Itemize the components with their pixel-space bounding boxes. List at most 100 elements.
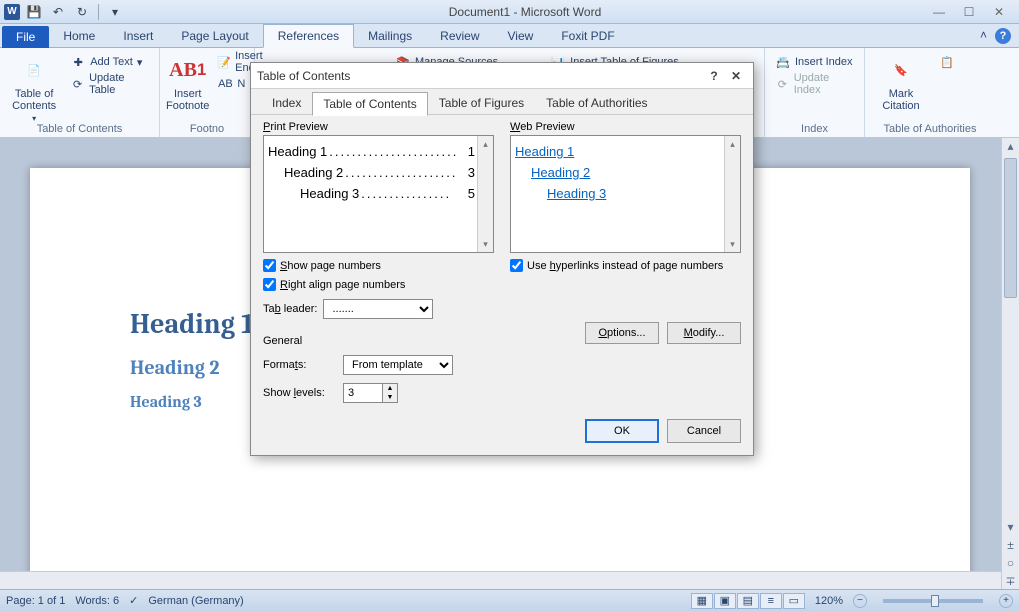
tab-file[interactable]: File — [2, 26, 49, 48]
dialog-help-icon[interactable]: ? — [703, 67, 725, 85]
spin-up-icon[interactable]: ▲ — [383, 384, 397, 393]
table-of-contents-button[interactable]: 📄 Table of Contents ▾ — [6, 50, 62, 123]
word-app-icon: W — [4, 4, 20, 20]
status-words[interactable]: Words: 6 — [75, 595, 119, 607]
options-button[interactable]: Options... — [585, 322, 659, 344]
footnote-icon: AB1 — [172, 54, 204, 86]
ribbon-tabs: File Home Insert Page Layout References … — [0, 24, 1019, 48]
browse-object-icon[interactable]: ○ — [1002, 555, 1019, 571]
horizontal-scrollbar[interactable] — [0, 571, 1001, 589]
insert-footnote-button[interactable]: AB1 Insert Footnote — [166, 50, 209, 112]
tab-home[interactable]: Home — [49, 25, 109, 47]
zoom-slider[interactable] — [883, 599, 983, 603]
help-icon[interactable]: ? — [995, 28, 1011, 44]
browse-prev-icon[interactable]: ± — [1002, 537, 1019, 553]
status-page[interactable]: Page: 1 of 1 — [6, 595, 65, 607]
pv-scroll-down-icon[interactable]: ▾ — [478, 236, 493, 252]
toa-icon: 📋 — [939, 54, 955, 70]
dialog-close-icon[interactable]: ✕ — [725, 67, 747, 85]
title-bar: W 💾 ↶ ↻ ▾ Document1 - Microsoft Word — ☐… — [0, 0, 1019, 24]
insert-index-icon: 📇 — [775, 54, 791, 70]
browse-next-icon[interactable]: ∓ — [1002, 573, 1019, 589]
add-text-button[interactable]: ✚Add Text ▾ — [66, 52, 153, 72]
spin-down-icon[interactable]: ▼ — [383, 393, 397, 402]
group-caption-toc: Table of Contents — [6, 123, 153, 137]
tab-foxit-pdf[interactable]: Foxit PDF — [547, 25, 628, 47]
view-draft-icon[interactable]: ▭ — [783, 593, 805, 609]
add-text-icon: ✚ — [70, 54, 86, 70]
save-icon[interactable]: 💾 — [24, 3, 44, 21]
print-preview-box: Heading 1.......................1 Headin… — [263, 135, 494, 253]
formats-select[interactable]: From template — [343, 355, 453, 375]
show-levels-spinner[interactable]: ▲▼ — [343, 383, 398, 403]
window-title: Document1 - Microsoft Word — [125, 5, 925, 19]
insert-index-button[interactable]: 📇Insert Index — [771, 52, 858, 72]
mark-citation-icon: 🔖 — [885, 54, 917, 86]
modify-button[interactable]: Modify... — [667, 322, 741, 344]
dialog-tabs: Index Table of Contents Table of Figures… — [251, 89, 753, 115]
scroll-down-icon[interactable]: ▾ — [1002, 519, 1019, 535]
redo-icon[interactable]: ↻ — [72, 3, 92, 21]
view-outline-icon[interactable]: ≡ — [760, 593, 782, 609]
view-full-screen-icon[interactable]: ▣ — [714, 593, 736, 609]
show-levels-label: Show levels: — [263, 387, 337, 399]
pv2-scroll-up-icon[interactable]: ▴ — [725, 136, 740, 152]
tab-view[interactable]: View — [494, 25, 548, 47]
show-page-numbers-checkbox[interactable]: Show page numbers — [263, 259, 494, 272]
scroll-up-icon[interactable]: ▴ — [1002, 138, 1019, 154]
minimize-ribbon-icon[interactable]: ˄ — [980, 28, 987, 44]
dialog-titlebar[interactable]: Table of Contents ? ✕ — [251, 63, 753, 89]
tab-leader-label: Tab leader: — [263, 303, 317, 315]
dtab-index[interactable]: Index — [261, 91, 312, 115]
dialog-title: Table of Contents — [257, 69, 350, 83]
pv2-scroll-down-icon[interactable]: ▾ — [725, 236, 740, 252]
view-buttons: ▦ ▣ ▤ ≡ ▭ — [691, 593, 805, 609]
status-bar: Page: 1 of 1 Words: 6 ✓ German (Germany)… — [0, 589, 1019, 611]
tab-leader-select[interactable]: ....... — [323, 299, 433, 319]
update-table-button[interactable]: ⟳Update Table — [66, 74, 153, 94]
group-caption-toa: Table of Authorities — [871, 123, 989, 137]
group-caption-footnotes: Footno — [166, 123, 248, 137]
cancel-button[interactable]: Cancel — [667, 419, 741, 443]
vertical-scrollbar[interactable]: ▴ ▾ ± ○ ∓ — [1001, 138, 1019, 589]
use-hyperlinks-checkbox[interactable]: Use hyperlinks instead of page numbers — [510, 259, 741, 272]
proofing-icon[interactable]: ✓ — [129, 594, 138, 607]
insert-toa-button[interactable]: 📋 — [935, 52, 959, 72]
dtab-tof[interactable]: Table of Figures — [428, 91, 535, 115]
quick-access-toolbar: W 💾 ↶ ↻ ▾ — [0, 3, 125, 21]
view-web-icon[interactable]: ▤ — [737, 593, 759, 609]
undo-icon[interactable]: ↶ — [48, 3, 68, 21]
pv-scroll-up-icon[interactable]: ▴ — [478, 136, 493, 152]
update-icon: ⟳ — [70, 76, 85, 92]
right-align-checkbox[interactable]: Right align page numbers — [263, 278, 494, 291]
dtab-toc[interactable]: Table of Contents — [312, 92, 427, 116]
tab-insert[interactable]: Insert — [109, 25, 167, 47]
scroll-thumb[interactable] — [1004, 158, 1017, 298]
web-preview-link-2: Heading 2 — [515, 165, 722, 180]
tab-mailings[interactable]: Mailings — [354, 25, 426, 47]
tab-review[interactable]: Review — [426, 25, 493, 47]
mark-citation-button[interactable]: 🔖 Mark Citation — [871, 50, 931, 112]
print-preview-label: Print Preview — [263, 121, 494, 133]
status-language[interactable]: German (Germany) — [148, 595, 243, 607]
tab-page-layout[interactable]: Page Layout — [167, 25, 262, 47]
maximize-button[interactable]: ☐ — [955, 3, 983, 21]
zoom-level[interactable]: 120% — [815, 595, 843, 607]
web-preview-label: Web Preview — [510, 121, 741, 133]
ok-button[interactable]: OK — [585, 419, 659, 443]
close-button[interactable]: ✕ — [985, 3, 1013, 21]
dtab-toa[interactable]: Table of Authorities — [535, 91, 658, 115]
toc-icon: 📄 — [18, 54, 50, 86]
qat-customize-icon[interactable]: ▾ — [105, 3, 125, 21]
web-preview-box: Heading 1 Heading 2 Heading 3 ▴▾ — [510, 135, 741, 253]
minimize-button[interactable]: — — [925, 3, 953, 21]
update-index-button[interactable]: ⟳Update Index — [771, 74, 858, 94]
formats-label: Formats: — [263, 359, 337, 371]
group-caption-index: Index — [771, 123, 858, 137]
endnote-icon: 📝 — [217, 54, 231, 70]
view-print-layout-icon[interactable]: ▦ — [691, 593, 713, 609]
web-preview-link-1: Heading 1 — [515, 144, 722, 159]
zoom-out-button[interactable]: − — [853, 594, 867, 608]
zoom-in-button[interactable]: + — [999, 594, 1013, 608]
tab-references[interactable]: References — [263, 24, 354, 48]
